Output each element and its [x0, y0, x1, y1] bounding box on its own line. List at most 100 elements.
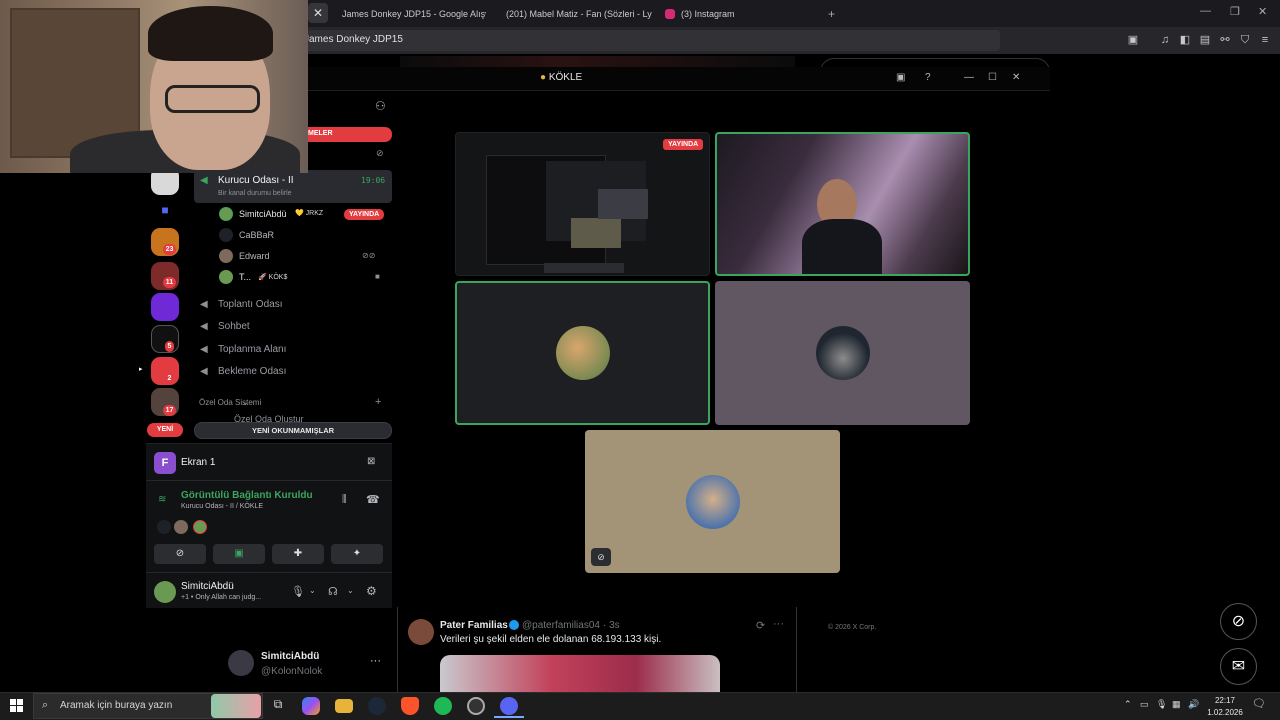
avatar[interactable]: [193, 520, 207, 534]
wallet-icon[interactable]: ▤: [1198, 33, 1212, 47]
tab-instagram[interactable]: (3) Instagram: [665, 0, 815, 27]
close-tab-icon[interactable]: ✕: [308, 3, 328, 23]
menu-icon[interactable]: ≡: [1258, 33, 1272, 47]
file-explorer-icon[interactable]: [335, 699, 353, 713]
help-icon[interactable]: ?: [925, 72, 931, 83]
server-icon[interactable]: [151, 293, 179, 321]
chevron-down-icon[interactable]: ⌄: [347, 586, 354, 595]
sidebar-icon[interactable]: ◧: [1178, 33, 1192, 47]
tweet-time[interactable]: · 3s: [603, 620, 620, 631]
windows-start-icon[interactable]: [10, 699, 24, 713]
clock-date[interactable]: 1.02.2026: [1203, 708, 1247, 717]
avatar[interactable]: [157, 520, 171, 534]
channel-name[interactable]: Özel Oda Oluştur: [234, 414, 304, 422]
minimize-icon[interactable]: —: [964, 72, 974, 83]
mic-icon[interactable]: 🎙: [1156, 699, 1167, 710]
channel-name[interactable]: Bekleme Odası: [218, 366, 286, 377]
reader-mode-icon[interactable]: ▣: [1126, 33, 1140, 47]
voice-status[interactable]: Görüntülü Bağlantı Kuruldu: [181, 490, 313, 501]
volume-icon[interactable]: 🔊: [1188, 699, 1199, 710]
account-more-icon[interactable]: ···: [370, 655, 381, 667]
new-servers-pill[interactable]: YENİ: [147, 423, 183, 437]
avatar[interactable]: [219, 228, 233, 242]
user-avatar[interactable]: [154, 581, 176, 603]
member-name[interactable]: SimitciAbdü: [239, 209, 287, 219]
noise-suppression-icon[interactable]: ⫼: [342, 494, 347, 505]
brave-icon[interactable]: [401, 697, 419, 715]
add-channel-icon[interactable]: +: [375, 396, 381, 408]
activities-button[interactable]: ✚: [272, 544, 324, 564]
grok-icon[interactable]: ⟳: [756, 619, 765, 632]
new-tab-button[interactable]: +: [828, 0, 840, 27]
user-name[interactable]: SimitciAbdü: [181, 581, 234, 592]
avatar[interactable]: [174, 520, 188, 534]
avatar[interactable]: [219, 249, 233, 263]
chevron-up-icon[interactable]: ⌃: [1124, 699, 1132, 710]
category-header[interactable]: Özel Oda Sistemi: [199, 398, 261, 407]
popout-icon[interactable]: ▣: [896, 72, 905, 83]
stream-tile[interactable]: YAYINDA: [455, 132, 710, 276]
account-avatar[interactable]: [228, 650, 254, 676]
settings-gear-icon[interactable]: ⚙: [366, 584, 377, 598]
channel-name[interactable]: Toplanma Alanı: [218, 344, 286, 355]
camera-tile[interactable]: [715, 132, 970, 276]
battery-icon[interactable]: ▭: [1140, 699, 1149, 710]
steam-icon[interactable]: [368, 697, 386, 715]
member-name[interactable]: CaBBaR: [239, 230, 274, 240]
grok-fab-icon[interactable]: ⊘: [1220, 603, 1257, 640]
participant-tile[interactable]: ⊘: [585, 430, 840, 573]
account-handle[interactable]: @KolonNolok: [261, 666, 322, 677]
disconnect-icon[interactable]: ☎: [366, 493, 380, 506]
screen-share-button[interactable]: ▣: [213, 544, 265, 564]
tweet-handle[interactable]: @paterfamilias04: [522, 620, 600, 631]
account-name[interactable]: SimitciAbdü: [261, 651, 319, 662]
unread-bar[interactable]: YENİ OKUNMAMIŞLAR: [194, 422, 392, 439]
minimize-icon[interactable]: —: [1200, 5, 1211, 17]
shield-icon[interactable]: ⛉: [1238, 33, 1252, 47]
url-field[interactable]: James Donkey JDP15: [296, 30, 1000, 51]
copilot-icon[interactable]: [302, 697, 320, 715]
spotify-icon[interactable]: [434, 697, 452, 715]
tweet-media[interactable]: [440, 655, 720, 695]
mic-icon[interactable]: 🎙: [291, 585, 305, 598]
user-status[interactable]: +1 • Only Allah can judg...: [181, 594, 261, 601]
maximize-icon[interactable]: ☐: [988, 72, 997, 83]
camera-off-button[interactable]: ⊘: [154, 544, 206, 564]
voice-location[interactable]: Kurucu Odası - II / KÖKLE: [181, 503, 263, 510]
restore-icon[interactable]: ❐: [1230, 5, 1240, 18]
avatar[interactable]: [408, 619, 434, 645]
participant-tile[interactable]: [715, 281, 970, 425]
close-window-icon[interactable]: ✕: [1258, 5, 1267, 18]
tweet-author[interactable]: Pater Familias: [440, 620, 508, 631]
avatar[interactable]: [219, 207, 233, 221]
tab-google-shopping[interactable]: James Donkey JDP15 - Google Alışve: [336, 0, 486, 27]
notification-icon[interactable]: 🗨: [1252, 697, 1266, 710]
member-name[interactable]: Edward: [239, 251, 270, 261]
channel-status[interactable]: Bir kanal durumu belirle: [218, 190, 292, 197]
chevron-down-icon[interactable]: ⌄: [242, 398, 249, 407]
mentions-banner[interactable]: MELER: [300, 127, 392, 142]
stop-stream-icon[interactable]: ⊠: [367, 456, 375, 467]
channel-name[interactable]: Toplantı Odası: [218, 299, 282, 310]
task-view-icon[interactable]: ⧉: [269, 697, 287, 715]
soundboard-button[interactable]: ✦: [331, 544, 383, 564]
add-member-icon[interactable]: ⚇: [375, 99, 386, 113]
obs-icon[interactable]: [467, 697, 485, 715]
participant-tile[interactable]: [455, 281, 710, 425]
headphones-icon[interactable]: ☊: [328, 585, 338, 598]
folder-icon[interactable]: ■: [151, 196, 179, 224]
network-icon[interactable]: ▦: [1172, 699, 1181, 710]
vpn-icon[interactable]: ⚯: [1218, 33, 1232, 47]
messages-fab-icon[interactable]: ✉: [1220, 648, 1257, 685]
close-icon[interactable]: ✕: [1012, 72, 1020, 83]
media-icon[interactable]: ♫: [1158, 33, 1172, 47]
search-highlight-image[interactable]: [211, 694, 261, 718]
avatar[interactable]: [219, 270, 233, 284]
channel-name[interactable]: Sohbet: [218, 321, 250, 332]
clock-time[interactable]: 22:17: [1207, 696, 1243, 705]
discord-icon[interactable]: [500, 697, 518, 715]
more-icon[interactable]: ···: [773, 618, 784, 630]
chevron-down-icon[interactable]: ⌄: [309, 586, 316, 595]
member-name[interactable]: T...: [239, 272, 251, 282]
tweet[interactable]: Pater Familias @paterfamilias04 · 3s ⟳ ·…: [398, 605, 796, 695]
